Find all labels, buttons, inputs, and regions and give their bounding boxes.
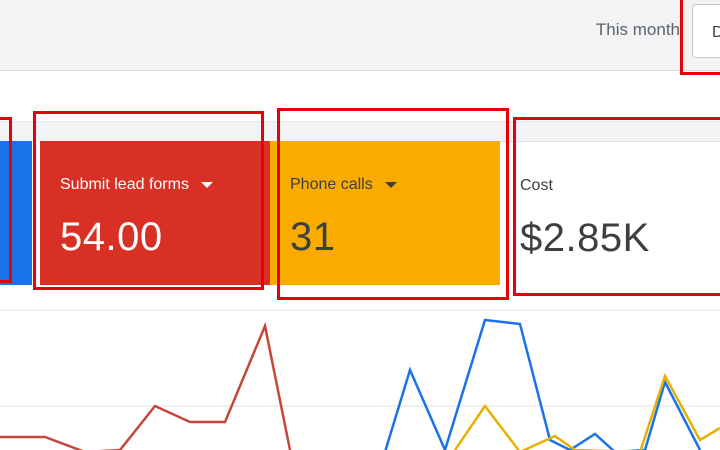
scorecard-label[interactable]: Submit lead forms xyxy=(60,175,270,195)
chart-series-red xyxy=(0,321,292,450)
chart-series-blue xyxy=(384,318,702,450)
scorecard-blue[interactable] xyxy=(0,141,32,285)
date-range-button[interactable]: D xyxy=(692,4,720,58)
scorecard-value: 54.00 xyxy=(60,215,163,259)
scorecard-label-text: Phone calls xyxy=(290,176,373,193)
dropdown-caret-icon[interactable] xyxy=(384,182,397,188)
scorecard-cost[interactable]: Cost $2.85K xyxy=(500,141,720,285)
scorecard-phone-calls[interactable]: Phone calls 31 xyxy=(270,141,500,285)
scorecard-label-text: Cost xyxy=(520,177,553,194)
dropdown-caret-icon[interactable] xyxy=(200,182,213,188)
scorecard-label-text: Submit lead forms xyxy=(60,176,189,193)
scorecard-value: 31 xyxy=(290,215,336,259)
scorecard-label[interactable]: Phone calls xyxy=(290,175,500,195)
scorecard-value: $2.85K xyxy=(520,216,650,260)
top-toolbar: This month D xyxy=(0,0,720,71)
date-range-label[interactable]: This month xyxy=(596,20,680,40)
trend-chart xyxy=(0,309,720,450)
scorecard-strip xyxy=(0,121,720,142)
scorecard-submit-lead-forms[interactable]: Submit lead forms 54.00 xyxy=(40,141,270,285)
scorecard-label: Cost xyxy=(520,176,720,196)
